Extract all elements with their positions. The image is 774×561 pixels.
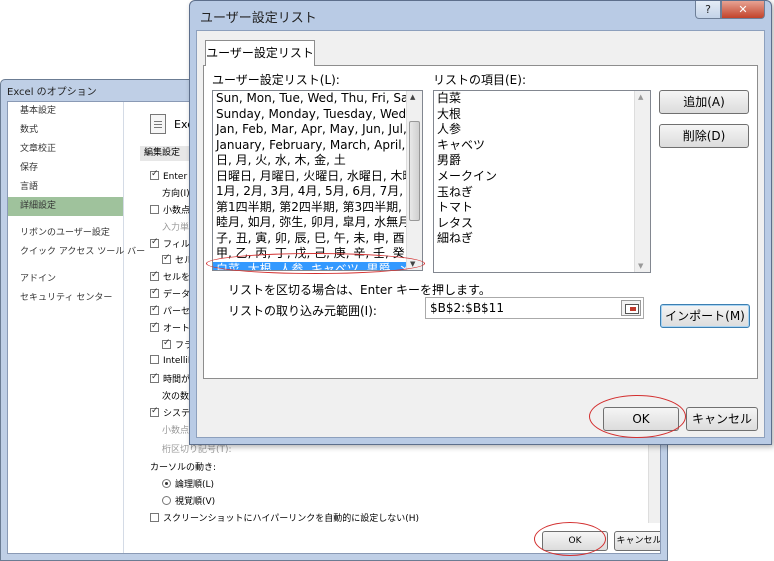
dialog-title: ユーザー設定リスト xyxy=(200,11,317,26)
checkbox[interactable] xyxy=(150,169,159,180)
highlight-circle-dialog-ok xyxy=(589,395,686,438)
delete-button[interactable]: 削除(D) xyxy=(659,124,749,148)
dialog-body: ユーザー設定リスト ユーザー設定リスト(L): リストの項目(E): Sun, … xyxy=(196,30,765,438)
option-logical[interactable]: 論理順(L) xyxy=(162,477,214,490)
list-item[interactable]: 第1四半期, 第2四半期, 第3四半期, 第4 xyxy=(213,200,422,216)
option-cursor-movement: カーソルの動き: xyxy=(150,463,217,473)
checkbox[interactable] xyxy=(162,338,171,349)
options-nav: 基本設定 数式 文章校正 保存 言語 詳細設定 リボンのユーザー設定 クイック … xyxy=(8,102,145,553)
import-range-input[interactable]: $B$2:$B$11 xyxy=(425,297,644,319)
entry-line: キャベツ xyxy=(437,137,486,152)
nav-item-general[interactable]: 基本設定 xyxy=(8,102,123,121)
nav-item-proofing[interactable]: 文章校正 xyxy=(8,140,123,159)
tab-custom-lists[interactable]: ユーザー設定リスト xyxy=(205,40,315,66)
scroll-down-icon[interactable]: ▼ xyxy=(638,262,643,270)
close-button[interactable]: ✕ xyxy=(721,1,765,19)
entry-line: 男爵 xyxy=(437,153,462,168)
entry-line: メークイン xyxy=(437,168,498,183)
nav-item-ribbon[interactable]: リボンのユーザー設定 xyxy=(8,224,123,243)
entry-line: トマト xyxy=(437,200,474,215)
radio-button[interactable] xyxy=(162,479,171,488)
option-visual[interactable]: 視覚順(V) xyxy=(162,494,215,507)
highlight-circle-selected-list xyxy=(206,253,425,274)
entry-line: 玉ねぎ xyxy=(437,184,474,199)
checkbox[interactable] xyxy=(150,372,159,383)
highlight-circle-options-ok xyxy=(534,522,606,556)
scroll-up-icon[interactable]: ▲ xyxy=(410,93,415,101)
list-item[interactable]: 睦月, 如月, 弥生, 卯月, 皐月, 水無月 xyxy=(213,215,422,231)
nav-item-qat[interactable]: クイック アクセス ツール バー xyxy=(8,243,145,262)
nav-item-addins[interactable]: アドイン xyxy=(8,270,123,289)
list-item[interactable]: Jan, Feb, Mar, Apr, May, Jun, Jul, Aug xyxy=(213,122,422,138)
add-button[interactable]: 追加(A) xyxy=(659,90,749,114)
nav-item-advanced[interactable]: 詳細設定 xyxy=(8,197,123,216)
entry-line: 細ねぎ xyxy=(437,231,474,246)
checkbox[interactable] xyxy=(150,304,159,315)
entry-line: 白菜 xyxy=(437,91,462,105)
list-entries-textbox[interactable]: 白菜 大根 人参 キャベツ 男爵 メークイン 玉ねぎ トマト レタス 細ねぎ ▲… xyxy=(433,90,651,273)
entry-line: 大根 xyxy=(437,106,462,121)
list-item[interactable]: 子, 丑, 寅, 卯, 辰, 巳, 午, 未, 申, 酉 xyxy=(213,231,422,247)
nav-separator xyxy=(8,262,123,270)
window-buttons: ? ✕ xyxy=(695,1,765,19)
checkbox[interactable] xyxy=(150,270,159,281)
tab-panel: ユーザー設定リスト(L): リストの項目(E): Sun, Mon, Tue, … xyxy=(203,65,758,379)
list-item[interactable]: 日, 月, 火, 水, 木, 金, 土 xyxy=(213,153,422,169)
radio-button[interactable] xyxy=(162,496,171,505)
nav-item-formulas[interactable]: 数式 xyxy=(8,121,123,140)
list-item[interactable]: 日曜日, 月曜日, 火曜日, 水曜日, 木曜日 xyxy=(213,169,422,185)
nav-item-language[interactable]: 言語 xyxy=(8,178,123,197)
nav-item-trust-center[interactable]: セキュリティ センター xyxy=(8,289,123,308)
document-icon xyxy=(150,114,166,134)
import-button[interactable]: インポート(M) xyxy=(660,304,750,328)
list-item[interactable]: Sunday, Monday, Tuesday, Wednesday xyxy=(213,107,422,123)
help-button[interactable]: ? xyxy=(695,1,721,19)
checkbox[interactable] xyxy=(150,287,159,298)
checkbox[interactable] xyxy=(150,513,159,522)
listbox-scrollbar[interactable]: ▲ ▼ xyxy=(406,91,422,270)
import-range-label: リストの取り込み元範囲(I): xyxy=(228,304,377,318)
dialog-cancel-button[interactable]: キャンセル xyxy=(686,407,758,431)
scroll-up-icon[interactable]: ▲ xyxy=(638,93,643,101)
list-item[interactable]: January, February, March, April, May xyxy=(213,138,422,154)
hint-text: リストを区切る場合は、Enter キーを押します。 xyxy=(228,283,491,297)
checkbox[interactable] xyxy=(150,237,159,248)
custom-lists-listbox[interactable]: Sun, Mon, Tue, Wed, Thu, Fri, Sat Sunday… xyxy=(212,90,423,271)
nav-item-save[interactable]: 保存 xyxy=(8,159,123,178)
option-screenshot-link[interactable]: スクリーンショットにハイパーリンクを自動的に設定しない(H) xyxy=(150,511,419,524)
nav-separator xyxy=(8,216,123,224)
checkbox[interactable] xyxy=(150,321,159,332)
list-entries-label: リストの項目(E): xyxy=(433,73,526,87)
checkbox[interactable] xyxy=(150,355,159,364)
entries-scrollbar[interactable]: ▲ ▼ xyxy=(634,91,650,272)
custom-lists-label: ユーザー設定リスト(L): xyxy=(212,73,340,87)
custom-lists-dialog: ユーザー設定リスト ? ✕ ユーザー設定リスト ユーザー設定リスト(L): リス… xyxy=(189,0,772,445)
options-cancel-button[interactable]: キャンセル xyxy=(614,531,660,551)
entry-line: 人参 xyxy=(437,122,462,137)
range-select-icon[interactable] xyxy=(621,300,641,316)
checkbox[interactable] xyxy=(150,205,159,214)
scroll-thumb[interactable] xyxy=(409,121,420,221)
checkbox[interactable] xyxy=(162,253,171,264)
checkbox[interactable] xyxy=(150,406,159,417)
list-item[interactable]: 1月, 2月, 3月, 4月, 5月, 6月, 7月, 8月 xyxy=(213,184,422,200)
list-item[interactable]: Sun, Mon, Tue, Wed, Thu, Fri, Sat xyxy=(213,91,422,107)
entry-line: レタス xyxy=(437,215,474,230)
